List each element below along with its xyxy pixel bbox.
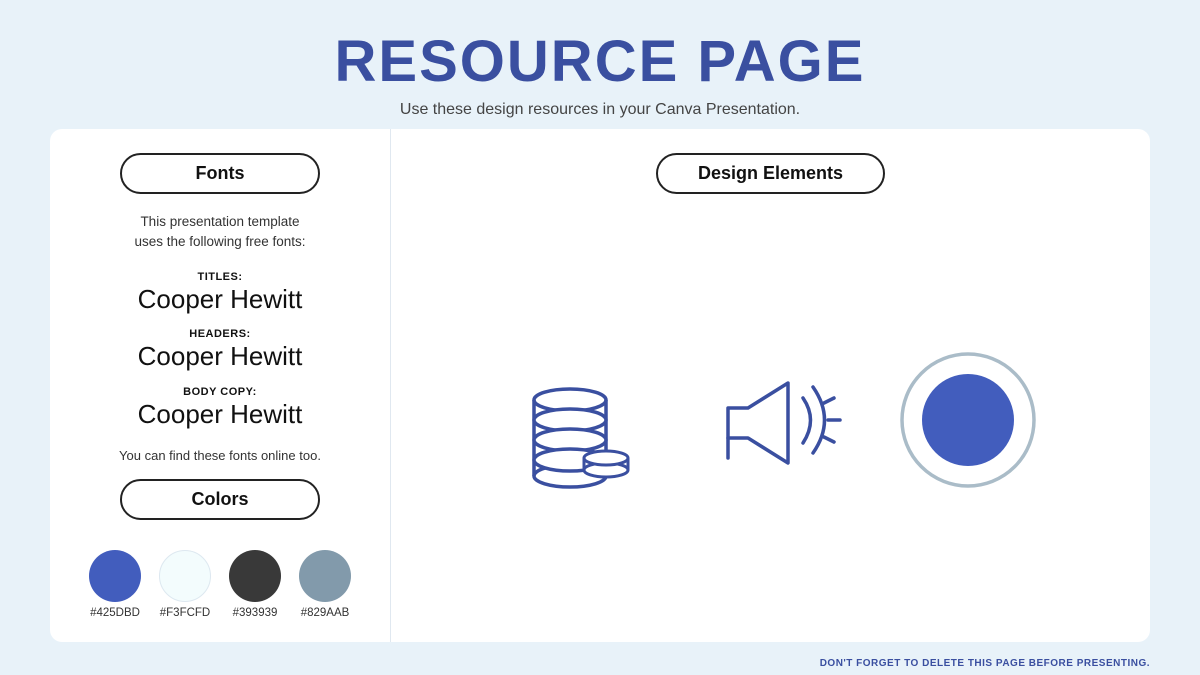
megaphone-icon [698, 343, 853, 498]
left-panel: Fonts This presentation templateuses the… [50, 129, 390, 642]
color-circle-3 [229, 550, 281, 602]
design-elements-icons [498, 222, 1043, 618]
color-hex-2: #F3FCFD [160, 607, 210, 619]
color-swatch-4: #829AAB [299, 550, 351, 619]
icon-coins-wrap [498, 340, 658, 500]
color-swatch-2: #F3FCFD [159, 550, 211, 619]
font-entry-titles: TITLES: Cooper Hewitt [80, 271, 360, 317]
footer-note: DON'T FORGET TO DELETE THIS PAGE BEFORE … [0, 652, 1200, 675]
page-subtitle: Use these design resources in your Canva… [0, 101, 1200, 119]
color-hex-3: #393939 [233, 607, 278, 619]
font-entry-headers: HEADERS: Cooper Hewitt [80, 328, 360, 374]
icon-circle-wrap [893, 345, 1043, 495]
color-hex-1: #425DBD [90, 607, 140, 619]
font-label-headers: HEADERS: [80, 328, 360, 340]
font-name-headers: Cooper Hewitt [80, 340, 360, 374]
design-elements-label: Design Elements [656, 153, 885, 194]
fonts-description: This presentation templateuses the follo… [134, 212, 305, 253]
page-title: RESOURCE PAGE [0, 28, 1200, 95]
fonts-footer: You can find these fonts online too. [119, 448, 321, 463]
color-circle-4 [299, 550, 351, 602]
right-panel: Design Elements [390, 129, 1150, 642]
font-name-titles: Cooper Hewitt [80, 283, 360, 317]
main-content: Fonts This presentation templateuses the… [50, 129, 1150, 642]
coins-icon [498, 340, 658, 500]
font-entry-body: BODY COPY: Cooper Hewitt [80, 386, 360, 432]
page-header: RESOURCE PAGE Use these design resources… [0, 0, 1200, 129]
icon-megaphone-wrap [698, 343, 853, 498]
colors-label: Colors [120, 479, 320, 520]
fonts-label: Fonts [120, 153, 320, 194]
circle-icon [893, 345, 1043, 495]
font-label-titles: TITLES: [80, 271, 360, 283]
color-swatch-3: #393939 [229, 550, 281, 619]
color-hex-4: #829AAB [301, 607, 350, 619]
color-swatch-1: #425DBD [89, 550, 141, 619]
font-name-body: Cooper Hewitt [80, 398, 360, 432]
color-circle-1 [89, 550, 141, 602]
colors-row: #425DBD #F3FCFD #393939 #829AAB [89, 550, 351, 619]
font-label-body: BODY COPY: [80, 386, 360, 398]
color-circle-2 [159, 550, 211, 602]
